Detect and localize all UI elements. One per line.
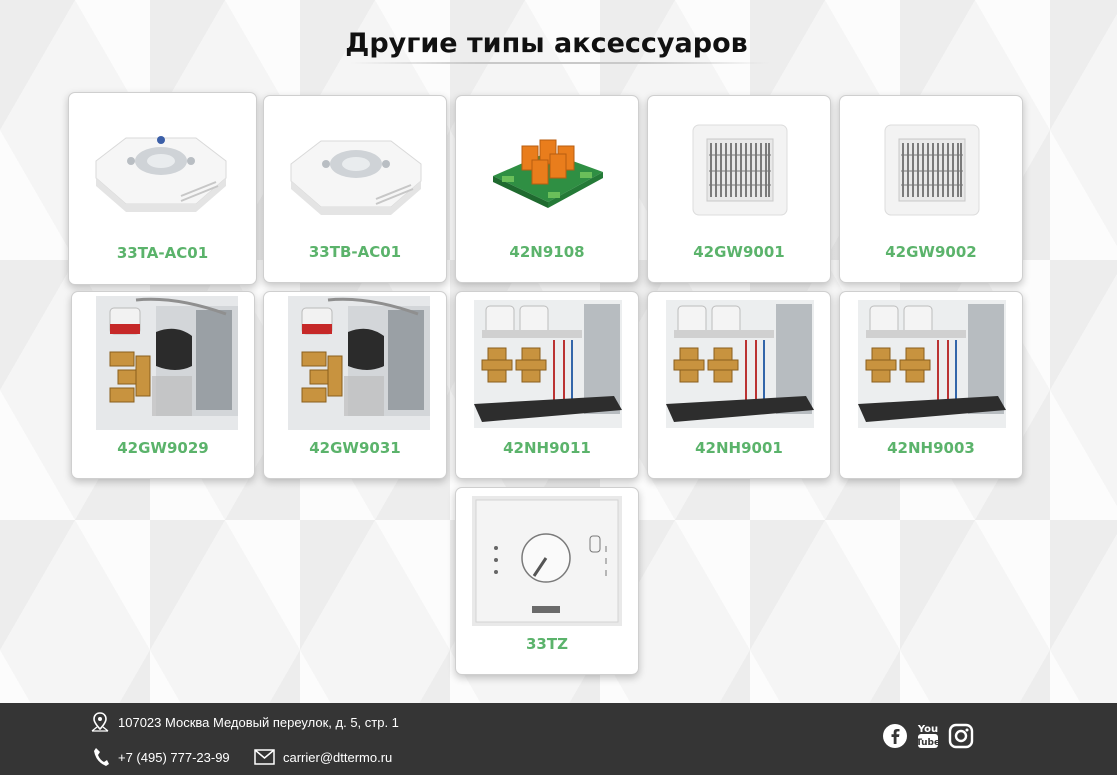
product-card[interactable]: 42GW9031 [263, 291, 447, 479]
product-card[interactable]: 33TB-AC01 [263, 95, 447, 283]
product-image [666, 300, 814, 428]
product-image [96, 296, 238, 430]
address-text: 107023 Москва Медовый переулок, д. 5, ст… [118, 714, 399, 730]
product-card[interactable]: 42GW9029 [71, 291, 255, 479]
phone-icon [92, 747, 110, 767]
product-image [472, 496, 622, 626]
product-card[interactable]: 42NH9001 [647, 291, 831, 479]
product-image [474, 300, 622, 428]
facebook-icon[interactable] [882, 723, 908, 752]
product-label[interactable]: 42GW9002 [840, 243, 1022, 261]
product-label[interactable]: 42NH9011 [456, 439, 638, 457]
youtube-icon[interactable]: You Tube [916, 722, 940, 753]
page-title: Другие типы аксессуаров [345, 28, 748, 59]
product-card[interactable]: 42GW9001 [647, 95, 831, 283]
product-label[interactable]: 42GW9031 [264, 439, 446, 457]
phone-text[interactable]: +7 (495) 777-23-99 [118, 750, 230, 765]
product-card[interactable]: 42NH9003 [839, 291, 1023, 479]
product-label[interactable]: 42GW9029 [72, 439, 254, 457]
svg-text:You: You [917, 724, 938, 735]
product-image [85, 103, 237, 229]
product-label[interactable]: 42NH9001 [648, 439, 830, 457]
email-text[interactable]: carrier@dttermo.ru [283, 750, 392, 765]
svg-text:Tube: Tube [917, 738, 939, 748]
footer: 107023 Москва Медовый переулок, д. 5, ст… [0, 703, 1117, 775]
instagram-icon[interactable] [948, 723, 974, 752]
envelope-icon [254, 749, 275, 765]
product-card[interactable]: 33TZ [455, 487, 639, 675]
product-image [288, 296, 430, 430]
product-image [280, 106, 432, 232]
footer-address: 107023 Москва Медовый переулок, д. 5, ст… [90, 712, 399, 732]
product-label[interactable]: 33TZ [456, 635, 638, 653]
product-label[interactable]: 33TB-AC01 [264, 243, 446, 261]
product-image [472, 106, 624, 232]
title-divider [350, 62, 770, 64]
product-label[interactable]: 42GW9001 [648, 243, 830, 261]
product-image [856, 106, 1008, 232]
product-card[interactable]: 42NH9011 [455, 291, 639, 479]
product-label[interactable]: 42NH9003 [840, 439, 1022, 457]
product-image [858, 300, 1006, 428]
product-image [664, 106, 816, 232]
footer-email[interactable]: carrier@dttermo.ru [254, 749, 392, 765]
product-card[interactable]: 42N9108 [455, 95, 639, 283]
product-card[interactable]: 42GW9002 [839, 95, 1023, 283]
product-label[interactable]: 33TA-AC01 [69, 244, 256, 262]
social-links: You Tube [882, 722, 974, 753]
product-label[interactable]: 42N9108 [456, 243, 638, 261]
map-pin-icon [90, 712, 110, 732]
footer-phone[interactable]: +7 (495) 777-23-99 [92, 747, 230, 767]
product-card[interactable]: 33TA-AC01 [68, 92, 257, 285]
